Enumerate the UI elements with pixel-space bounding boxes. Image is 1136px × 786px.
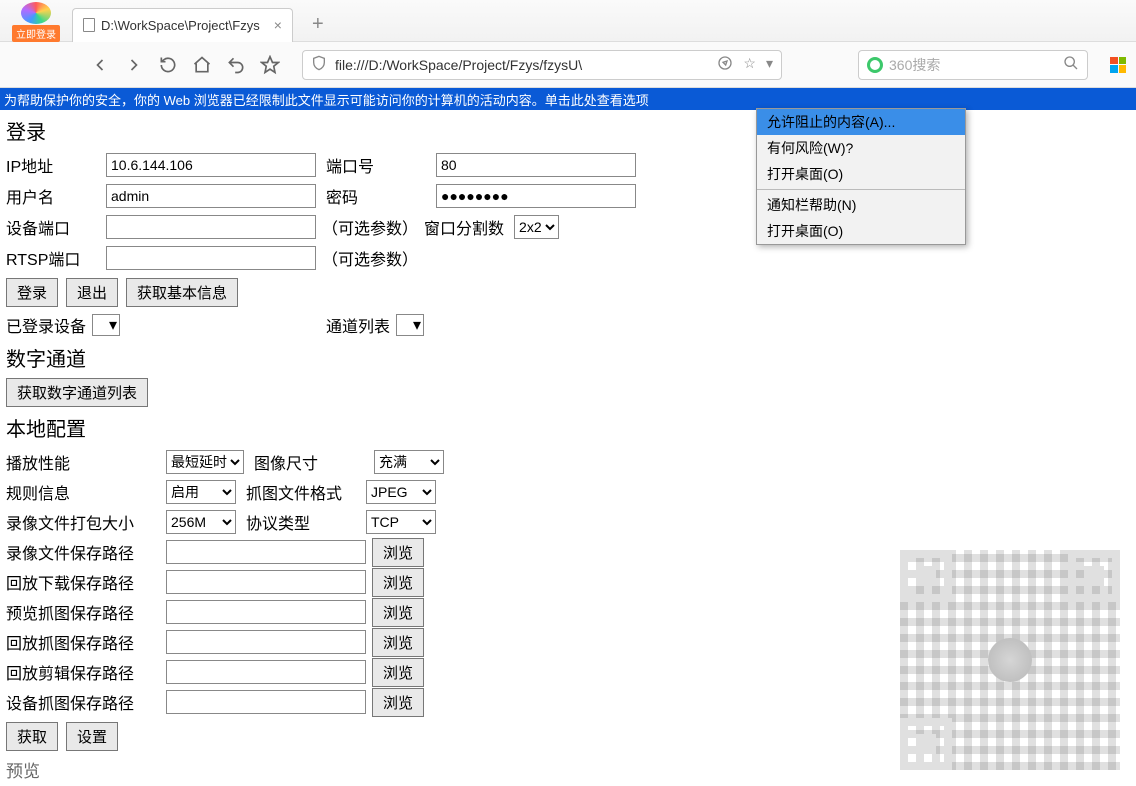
proto-select[interactable]: TCP [366,510,436,534]
ip-label: IP地址 [6,153,106,177]
devport-input[interactable] [106,215,316,239]
browse-preview-cap-button[interactable]: 浏览 [372,598,424,627]
user-input[interactable] [106,184,316,208]
browser-tab[interactable]: D:\WorkSpace\Project\Fzys × [72,8,293,42]
logged-devices-label: 已登录设备 [6,313,86,337]
getinfo-button[interactable]: 获取基本信息 [126,278,238,307]
path-playback-clip-label: 回放剪辑保存路径 [6,660,166,684]
pwd-input[interactable] [436,184,636,208]
browse-rec-button[interactable]: 浏览 [372,538,424,567]
path-rec-input[interactable] [166,540,366,564]
login-now-badge[interactable]: 立即登录 [12,25,60,42]
qr-code [890,540,1130,780]
back-icon[interactable] [90,55,110,75]
port-input[interactable] [436,153,636,177]
proto-label: 协议类型 [246,510,366,534]
digital-heading: 数字通道 [6,343,1130,372]
browser-logo[interactable]: 立即登录 [0,0,72,42]
menu-allow-blocked[interactable]: 允许阻止的内容(A)... [757,109,965,135]
search-engine-icon [867,57,883,73]
path-preview-cap-input[interactable] [166,600,366,624]
rule-info-label: 规则信息 [6,480,166,504]
get-channel-list-button[interactable]: 获取数字通道列表 [6,378,148,407]
play-perf-label: 播放性能 [6,450,166,474]
browser-toolbar: file:///D:/WorkSpace/Project/Fzys/fzysU\… [0,42,1136,88]
search-placeholder: 360搜索 [889,55,1057,75]
logout-button[interactable]: 退出 [66,278,118,307]
browser-tab-bar: 立即登录 D:\WorkSpace\Project\Fzys × + [0,0,1136,42]
devport-note: （可选参数） [322,215,418,239]
menu-open-desktop-1[interactable]: 打开桌面(O) [757,161,965,187]
rule-info-select[interactable]: 启用 [166,480,236,504]
cap-fmt-label: 抓图文件格式 [246,480,366,504]
browse-playback-cap-button[interactable]: 浏览 [372,628,424,657]
menu-risk[interactable]: 有何风险(W)? [757,135,965,161]
img-size-label: 图像尺寸 [254,450,374,474]
browse-playback-dl-button[interactable]: 浏览 [372,568,424,597]
security-context-menu: 允许阻止的内容(A)... 有何风险(W)? 打开桌面(O) 通知栏帮助(N) … [756,108,966,245]
star-icon[interactable] [260,55,280,75]
rtsp-note: （可选参数） [322,246,418,270]
reload-icon[interactable] [158,55,178,75]
search-icon[interactable] [1063,55,1079,74]
ip-input[interactable] [106,153,316,177]
compass-icon[interactable] [717,55,733,74]
logged-devices-select[interactable]: ▾ [92,314,120,336]
rtsp-input[interactable] [106,246,316,270]
shield-icon [311,55,327,74]
path-rec-label: 录像文件保存路径 [6,540,166,564]
path-preview-cap-label: 预览抓图保存路径 [6,600,166,624]
user-label: 用户名 [6,184,106,208]
channel-list-label: 通道列表 [326,313,390,337]
address-text: file:///D:/WorkSpace/Project/Fzys/fzysU\ [335,57,705,73]
path-playback-clip-input[interactable] [166,660,366,684]
apps-grid-icon[interactable] [1110,57,1126,73]
split-select[interactable]: 2x2 [514,215,559,239]
security-warning-text: 为帮助保护你的安全，你的 Web 浏览器已经限制此文件显示可能访问你的计算机的活… [4,90,649,109]
undo-icon[interactable] [226,55,246,75]
address-bar[interactable]: file:///D:/WorkSpace/Project/Fzys/fzysU\… [302,50,782,80]
get-button[interactable]: 获取 [6,722,58,751]
file-icon [83,18,95,32]
menu-separator [757,189,965,190]
play-perf-select[interactable]: 最短延时 [166,450,244,474]
search-bar[interactable]: 360搜索 [858,50,1088,80]
rtsp-label: RTSP端口 [6,246,106,270]
nav-icon-group [90,55,280,75]
local-heading: 本地配置 [6,413,1130,442]
pwd-label: 密码 [326,184,436,208]
port-label: 端口号 [326,153,436,177]
channel-list-select[interactable]: ▾ [396,314,424,336]
path-playback-cap-label: 回放抓图保存路径 [6,630,166,654]
path-playback-dl-label: 回放下载保存路径 [6,570,166,594]
browse-playback-clip-button[interactable]: 浏览 [372,658,424,687]
menu-open-desktop-2[interactable]: 打开桌面(O) [757,218,965,244]
rec-size-select[interactable]: 256M [166,510,236,534]
img-size-select[interactable]: 充满 [374,450,444,474]
fav-star-icon[interactable]: ☆ [743,55,756,74]
set-button[interactable]: 设置 [66,722,118,751]
new-tab-button[interactable]: + [301,8,335,42]
home-icon[interactable] [192,55,212,75]
forward-icon[interactable] [124,55,144,75]
browse-device-cap-button[interactable]: 浏览 [372,688,424,717]
path-device-cap-input[interactable] [166,690,366,714]
path-playback-dl-input[interactable] [166,570,366,594]
rec-size-label: 录像文件打包大小 [6,510,166,534]
qr-center-icon [988,638,1032,682]
devport-label: 设备端口 [6,215,106,239]
path-playback-cap-input[interactable] [166,630,366,654]
swirl-icon [21,2,51,24]
security-warning-bar[interactable]: 为帮助保护你的安全，你的 Web 浏览器已经限制此文件显示可能访问你的计算机的活… [0,88,1136,110]
tab-title: D:\WorkSpace\Project\Fzys [101,18,260,33]
menu-notify-help[interactable]: 通知栏帮助(N) [757,192,965,218]
chevron-down-icon[interactable]: ▾ [766,55,773,74]
path-device-cap-label: 设备抓图保存路径 [6,690,166,714]
close-tab-icon[interactable]: × [274,17,282,33]
split-label: 窗口分割数 [424,215,504,239]
cap-fmt-select[interactable]: JPEG [366,480,436,504]
login-button[interactable]: 登录 [6,278,58,307]
